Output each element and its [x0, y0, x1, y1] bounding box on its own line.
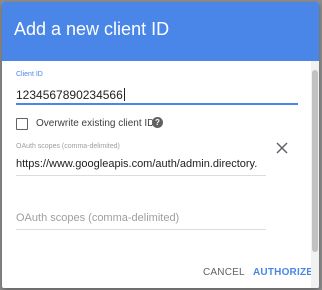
dialog-header: Add a new client ID: [2, 2, 319, 61]
client-id-input[interactable]: 1234567890234566: [16, 88, 296, 102]
new-oauth-scope-underline: [16, 229, 266, 230]
help-icon[interactable]: ?: [152, 117, 163, 128]
cancel-button[interactable]: CANCEL: [203, 267, 245, 278]
oauth-scope-underline: [16, 175, 266, 176]
oauth-scope-input[interactable]: https://www.googleapis.com/auth/admin.di…: [16, 158, 266, 170]
text-caret: [123, 88, 125, 101]
client-id-label: Client ID: [16, 71, 43, 78]
authorize-button[interactable]: AUTHORIZE: [253, 267, 313, 278]
overwrite-checkbox-label[interactable]: Overwrite existing client ID: [36, 118, 154, 129]
add-client-id-dialog: Add a new client ID Client ID 1234567890…: [2, 2, 319, 288]
client-id-value: 1234567890234566: [16, 88, 123, 102]
overwrite-checkbox[interactable]: [16, 118, 28, 130]
scrollbar-thumb[interactable]: [312, 70, 318, 252]
oauth-scopes-label: OAuth scopes (comma-delimited): [16, 143, 120, 150]
client-id-underline: [16, 103, 298, 105]
close-icon[interactable]: [274, 140, 290, 156]
dialog-title: Add a new client ID: [14, 19, 170, 39]
new-oauth-scope-input[interactable]: OAuth scopes (comma-delimited): [16, 212, 179, 224]
